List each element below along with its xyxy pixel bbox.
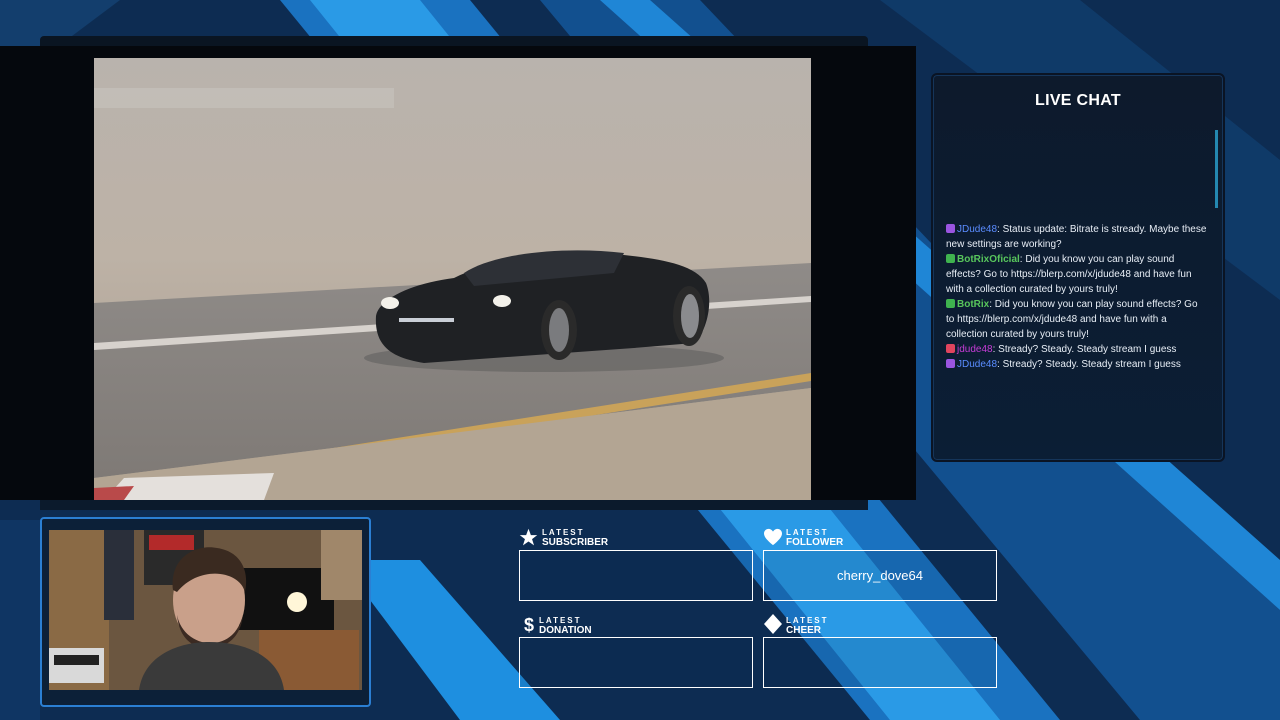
live-chat-panel: LIVE CHAT JDude48: Status update: Bitrat…: [931, 73, 1225, 462]
subscriber-label-small: LATEST: [542, 528, 585, 537]
chat-text: : Stready? Steady. Steady stream I guess: [992, 344, 1177, 355]
user-badge-icon: [946, 254, 955, 263]
follower-label: LATEST FOLLOWER: [786, 528, 843, 548]
chat-username[interactable]: jdude48: [957, 344, 993, 355]
game-video: [94, 58, 811, 500]
chat-username[interactable]: BotRix: [957, 299, 989, 310]
chat-text: : Stready? Steady. Steady stream I guess: [997, 359, 1181, 370]
chat-message: BotRix: Did you know you can play sound …: [946, 297, 1208, 342]
user-badge-icon: [946, 224, 955, 233]
video-frame-bottom-bar: [40, 500, 868, 510]
user-badge-icon: [946, 359, 955, 368]
webcam-feed: [49, 530, 362, 690]
latest-subscriber-box: [519, 550, 753, 601]
diamond-icon: [764, 614, 782, 634]
donation-label-small: LATEST: [539, 616, 582, 625]
latest-follower-box: cherry_dove64: [763, 550, 997, 601]
chat-message: BotRixOficial: Did you know you can play…: [946, 252, 1208, 297]
donation-label: LATEST DONATION: [539, 616, 592, 636]
subscriber-label: LATEST SUBSCRIBER: [542, 528, 608, 548]
cheer-label-big: CHEER: [786, 625, 822, 636]
star-icon: [519, 528, 538, 546]
cheer-label-small: LATEST: [786, 616, 829, 625]
user-badge-icon: [946, 299, 955, 308]
follower-label-small: LATEST: [786, 528, 829, 537]
chat-message-list: JDude48: Status update: Bitrate is strea…: [946, 222, 1208, 372]
chat-message: jdude48: Stready? Steady. Steady stream …: [946, 342, 1208, 357]
chat-message: JDude48: Status update: Bitrate is strea…: [946, 222, 1208, 252]
follower-label-big: FOLLOWER: [786, 537, 844, 548]
user-badge-icon: [946, 344, 955, 353]
svg-text:$: $: [524, 615, 534, 635]
chat-username[interactable]: JDude48: [957, 224, 997, 235]
chat-message: JDude48: Stready? Steady. Steady stream …: [946, 357, 1208, 372]
chat-username[interactable]: BotRixOficial: [957, 254, 1020, 265]
subscriber-label-big: SUBSCRIBER: [542, 537, 609, 548]
latest-donation-box: [519, 637, 753, 688]
chat-username[interactable]: JDude48: [957, 359, 997, 370]
latest-cheer-box: [763, 637, 997, 688]
chat-scrollbar[interactable]: [1215, 130, 1218, 208]
donation-label-big: DONATION: [539, 625, 592, 636]
dollar-icon: $: [524, 615, 534, 635]
heart-icon: [764, 528, 782, 546]
cheer-label: LATEST CHEER: [786, 616, 829, 636]
chat-title: LIVE CHAT: [1035, 92, 1121, 109]
